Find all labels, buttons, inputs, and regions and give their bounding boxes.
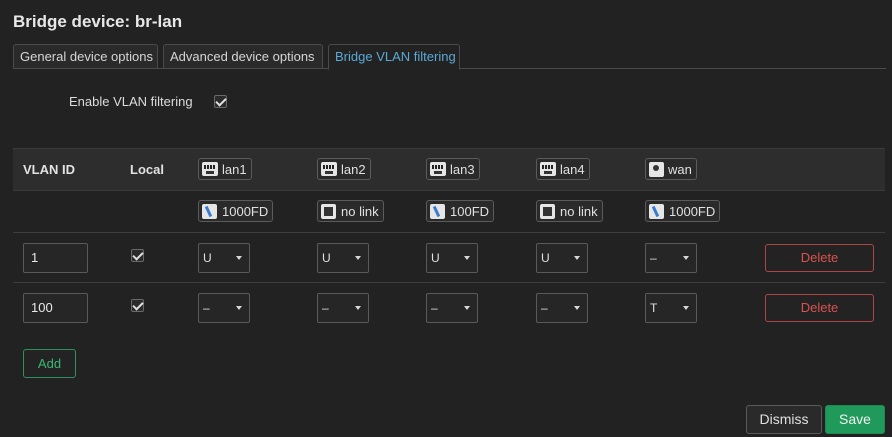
select-value: U xyxy=(541,251,550,265)
port-status-text: no link xyxy=(341,203,379,219)
tab-advanced-device-options[interactable]: Advanced device options xyxy=(163,44,323,69)
vlan-select-lan3[interactable]: U xyxy=(426,243,478,273)
chevron-down-icon xyxy=(574,256,580,260)
tab-bridge-vlan-filtering[interactable]: Bridge VLAN filtering xyxy=(328,44,460,70)
vlan-select-wan[interactable]: – xyxy=(645,243,697,273)
port-status-lan4: no link xyxy=(536,200,603,222)
save-button[interactable]: Save xyxy=(825,405,885,434)
header-vlan-id: VLAN ID xyxy=(23,162,75,177)
select-value: U xyxy=(203,251,212,265)
link-up-icon xyxy=(649,203,664,219)
chevron-down-icon xyxy=(464,256,470,260)
port-name: lan4 xyxy=(560,161,585,177)
port-status-text: 100FD xyxy=(450,203,490,219)
ethernet-port-icon xyxy=(321,162,337,176)
ethernet-port-icon xyxy=(430,162,446,176)
port-status-wan: 1000FD xyxy=(645,200,721,222)
chevron-down-icon xyxy=(355,306,361,310)
vlan-id-input[interactable]: 1 xyxy=(23,243,88,273)
header-port-wan: wan xyxy=(645,158,697,180)
wan-port-icon xyxy=(649,161,664,177)
enable-vlan-filtering-label: Enable VLAN filtering xyxy=(69,94,193,109)
chevron-down-icon xyxy=(683,306,689,310)
chevron-down-icon xyxy=(236,256,242,260)
enable-vlan-filtering-checkbox[interactable] xyxy=(214,95,227,108)
select-value: U xyxy=(322,251,331,265)
header-port-lan2: lan2 xyxy=(317,158,371,180)
no-link-icon xyxy=(321,203,336,219)
add-vlan-button[interactable]: Add xyxy=(23,349,76,378)
select-value: – xyxy=(650,251,657,265)
port-status-lan2: no link xyxy=(317,200,384,222)
no-link-icon xyxy=(540,203,555,219)
vlan-select-lan1[interactable]: – xyxy=(198,293,250,323)
port-status-lan3: 100FD xyxy=(426,200,495,222)
chevron-down-icon xyxy=(355,256,361,260)
port-name: wan xyxy=(668,161,692,177)
vlan-id-input[interactable]: 100 xyxy=(23,293,88,323)
port-name: lan2 xyxy=(341,161,366,177)
select-value: – xyxy=(541,301,548,315)
vlan-select-wan[interactable]: T xyxy=(645,293,697,323)
vlan-select-lan4[interactable]: – xyxy=(536,293,588,323)
local-checkbox[interactable] xyxy=(131,249,144,262)
ethernet-port-icon xyxy=(202,162,218,176)
header-port-lan4: lan4 xyxy=(536,158,590,180)
port-status-text: no link xyxy=(560,203,598,219)
vlan-select-lan4[interactable]: U xyxy=(536,243,588,273)
delete-button[interactable]: Delete xyxy=(765,294,874,322)
vlan-select-lan1[interactable]: U xyxy=(198,243,250,273)
row-divider xyxy=(13,282,885,283)
header-port-lan3: lan3 xyxy=(426,158,480,180)
select-value: – xyxy=(203,301,210,315)
port-name: lan1 xyxy=(222,161,247,177)
header-local: Local xyxy=(130,162,164,177)
chevron-down-icon xyxy=(236,306,242,310)
table-header-row: VLAN ID Local lan1 lan2 lan3 lan4 wan xyxy=(13,148,885,191)
dialog-title: Bridge device: br-lan xyxy=(13,12,183,31)
dismiss-button[interactable]: Dismiss xyxy=(746,405,822,434)
tab-general-device-options[interactable]: General device options xyxy=(13,44,158,69)
select-value: U xyxy=(431,251,440,265)
local-checkbox[interactable] xyxy=(131,299,144,312)
delete-button[interactable]: Delete xyxy=(765,244,874,272)
select-value: T xyxy=(650,301,658,315)
link-up-icon xyxy=(430,203,445,219)
port-status-text: 1000FD xyxy=(222,203,269,219)
row-divider xyxy=(13,232,885,233)
chevron-down-icon xyxy=(574,306,580,310)
chevron-down-icon xyxy=(464,306,470,310)
port-status-text: 1000FD xyxy=(669,203,716,219)
ethernet-port-icon xyxy=(540,162,556,176)
port-status-lan1: 1000FD xyxy=(198,200,274,222)
select-value: – xyxy=(431,301,438,315)
header-port-lan1: lan1 xyxy=(198,158,252,180)
select-value: – xyxy=(322,301,329,315)
vlan-select-lan3[interactable]: – xyxy=(426,293,478,323)
link-up-icon xyxy=(202,203,217,219)
vlan-select-lan2[interactable]: U xyxy=(317,243,369,273)
port-name: lan3 xyxy=(450,161,475,177)
chevron-down-icon xyxy=(683,256,689,260)
vlan-select-lan2[interactable]: – xyxy=(317,293,369,323)
